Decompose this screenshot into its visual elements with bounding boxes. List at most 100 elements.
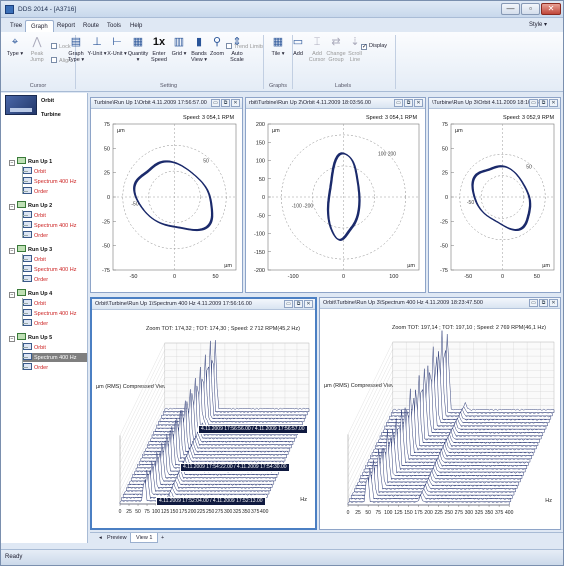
collapse-icon[interactable]: − <box>9 204 15 210</box>
close-panel-button[interactable]: ✕ <box>304 300 313 308</box>
tree-group-run-up-3[interactable]: − Run Up 3 <box>9 245 52 254</box>
orbit-plot-2[interactable]: 200 150 100 50 0 -50 -100 -150 -200 -100 0 100 µm µm 1… <box>246 112 425 292</box>
tree-item-spectrum-400-hz[interactable]: Spectrum 400 Hz <box>23 309 87 318</box>
x-unit-button[interactable]: ⊢ X-Unit ▾ <box>107 35 127 79</box>
tab-tools[interactable]: Tools <box>102 20 126 32</box>
change-group-button[interactable]: ⇄ Change Group <box>326 35 346 79</box>
grid-button[interactable]: ▥ Grid ▾ <box>169 35 189 79</box>
restore-panel-button[interactable]: ⧉ <box>221 99 230 107</box>
run-up-icon <box>17 245 26 252</box>
minimize-panel-button[interactable]: ▭ <box>284 300 293 308</box>
restore-panel-button[interactable]: ⧉ <box>539 299 548 307</box>
spectrum-panel-2[interactable]: Orbit\Turbine\Run Up 3\Spectrum 400 Hz 4… <box>319 297 561 530</box>
tree-item-order[interactable]: Order <box>23 231 87 240</box>
tile-button[interactable]: ▦ Tile ▾ <box>267 35 289 79</box>
y-unit-button[interactable]: ⊥ Y-Unit ▾ <box>87 35 107 79</box>
add-label-button[interactable]: ▭ Add <box>289 35 307 79</box>
tree-item-orbit[interactable]: Orbit <box>23 167 87 176</box>
tree-item-spectrum-400-hz[interactable]: Spectrum 400 Hz <box>23 265 87 274</box>
tree-item-orbit[interactable]: Orbit <box>23 255 87 264</box>
close-panel-button[interactable]: ✕ <box>549 99 558 107</box>
graphs-group-label: Graphs <box>268 83 288 89</box>
tree-group-run-up-5[interactable]: − Run Up 5 <box>9 333 52 342</box>
tree-item-orbit[interactable]: Orbit <box>23 211 87 220</box>
trend-limits-checkbox[interactable]: Trend Limits <box>226 43 264 51</box>
restore-panel-button[interactable]: ⧉ <box>539 99 548 107</box>
minimize-panel-button[interactable]: ▭ <box>529 99 538 107</box>
graph-type-button[interactable]: ▤ Graph Type ▾ <box>65 35 87 79</box>
sheet-tab-view-1[interactable]: View 1 <box>130 533 159 543</box>
y-tick-label: -75 <box>440 268 448 274</box>
enter-speed-button[interactable]: 1x Enter Speed <box>149 35 169 79</box>
tree-group-run-up-4[interactable]: − Run Up 4 <box>9 289 52 298</box>
tree-item-orbit[interactable]: Orbit <box>23 299 87 308</box>
x-tick-label: 175 <box>179 509 188 515</box>
minimize-panel-button[interactable]: ▭ <box>394 99 403 107</box>
spectrum-tag[interactable]: 4.11.2009 17:52:04.00 / 4.11.2009 17:52:… <box>156 497 266 506</box>
collapse-icon[interactable]: − <box>9 336 15 342</box>
peak-jump-button[interactable]: ⋀ Peak Jump <box>25 35 49 79</box>
zoom-button[interactable]: ⚲ Zoom <box>208 35 226 79</box>
spectrum-panel-1[interactable]: Orbit\Turbine\Run Up 1\Spectrum 400 Hz 4… <box>90 297 317 530</box>
style-dropdown[interactable]: Style ▾ <box>529 21 547 28</box>
cursor-group-label: Cursor <box>29 83 47 89</box>
close-button[interactable]: ✕ <box>541 3 561 15</box>
x-tick-label: 225 <box>197 509 206 515</box>
orbit-plot-3[interactable]: 75 50 25 0 -25 -50 -75 -50 0 50 µm µm 50 -50 <box>429 112 560 292</box>
ring-label: -50 <box>467 200 474 206</box>
orbit-panel-1[interactable]: Turbine\Run Up 1\Orbit 4.11.2009 17:56:5… <box>90 97 243 293</box>
orbit-plot-1[interactable]: 75 50 25 0 -25 -50 -75 -50 0 50 µm µm 50 -50 <box>91 112 242 292</box>
collapse-icon[interactable]: − <box>9 292 15 298</box>
sheet-tab-preview[interactable]: Preview <box>102 533 132 543</box>
graph-type-label: Graph Type <box>67 51 84 63</box>
tree-item-orbit[interactable]: Orbit <box>23 343 87 352</box>
tab-tree[interactable]: Tree <box>5 20 27 32</box>
minimize-panel-button[interactable]: ▭ <box>211 99 220 107</box>
close-panel-button[interactable]: ✕ <box>549 299 558 307</box>
orbit-svg: 7550250-25-50-75-50 0 50µmµm50-50 <box>102 122 237 280</box>
add-cursor-button[interactable]: ⌶ Add Cursor <box>307 35 327 79</box>
x-tick-label: 175 <box>414 510 423 516</box>
maximize-button[interactable]: ▫ <box>521 3 540 15</box>
quantity-button[interactable]: ▦ Quantity ▾ <box>127 35 149 79</box>
tree-group-run-up-2[interactable]: − Run Up 2 <box>9 201 52 210</box>
tree-group-label: Run Up 2 <box>28 203 53 209</box>
tab-graph[interactable]: Graph <box>25 20 54 32</box>
orbit-panel-3[interactable]: \Turbine\Run Up 3\Orbit 4.11.2009 18:10:… <box>428 97 561 293</box>
minimize-button[interactable]: — <box>501 3 520 15</box>
tree-root-orbit[interactable]: Orbit <box>41 97 54 106</box>
tree-item-spectrum-400-hz[interactable]: Spectrum 400 Hz <box>23 177 87 186</box>
restore-panel-button[interactable]: ⧉ <box>404 99 413 107</box>
tree-item-order[interactable]: Order <box>23 363 87 372</box>
minimize-panel-button[interactable]: ▭ <box>529 299 538 307</box>
x-tick-label: 375 <box>495 510 504 516</box>
orbit-panel-2[interactable]: rbit\Turbine\Run Up 2\Orbit 4.11.2009 18… <box>245 97 426 293</box>
waterfall-plot-1[interactable]: 0 25 50 75 100 125 150 175 200 225 250 275 300 325 350… <box>92 313 315 528</box>
tree-machine-turbine[interactable]: Turbine <box>41 111 61 120</box>
tree-item-spectrum-400-hz[interactable]: Spectrum 400 Hz <box>23 353 87 362</box>
quantity-icon: ▦ <box>132 36 144 48</box>
tree-group-run-up-1[interactable]: − Run Up 1 <box>9 157 52 166</box>
tree-item-order[interactable]: Order <box>23 275 87 284</box>
display-checkbox[interactable]: ✓ Display <box>361 43 387 50</box>
tree-item-order[interactable]: Order <box>23 187 87 196</box>
tab-help[interactable]: Help <box>125 20 147 32</box>
close-panel-button[interactable]: ✕ <box>414 99 423 107</box>
spectrum-tag[interactable]: 4.11.2009 17:56:56.00 / 4.11.2009 17:56:… <box>198 425 308 434</box>
scroll-line-button[interactable]: ⇣ Scroll Line <box>346 35 364 79</box>
waterfall-plot-2[interactable]: 0 25 50 75 100 125 150 175 200 225 250 275 300 325 350… <box>320 312 560 529</box>
collapse-icon[interactable]: − <box>9 160 15 166</box>
cursor-type-button[interactable]: ⌖ Type ▾ <box>3 35 27 79</box>
tree-item-order[interactable]: Order <box>23 319 87 328</box>
tree-item-spectrum-400-hz[interactable]: Spectrum 400 Hz <box>23 221 87 230</box>
tab-report[interactable]: Report <box>52 20 80 32</box>
close-panel-button[interactable]: ✕ <box>231 99 240 107</box>
tab-route[interactable]: Route <box>78 20 104 32</box>
collapse-icon[interactable]: − <box>9 248 15 254</box>
add-sheet-tab[interactable]: + <box>156 533 169 543</box>
spectrum-tag[interactable]: 4.11.2009 17:54:22.00 / 4.11.2009 17:54:… <box>180 463 290 472</box>
restore-panel-button[interactable]: ⧉ <box>294 300 303 308</box>
auto-scale-button[interactable]: ⇕ Auto Scale <box>226 35 248 79</box>
machine-image <box>5 95 37 115</box>
bands-view-button[interactable]: ▮ Bands View ▾ <box>189 35 209 79</box>
